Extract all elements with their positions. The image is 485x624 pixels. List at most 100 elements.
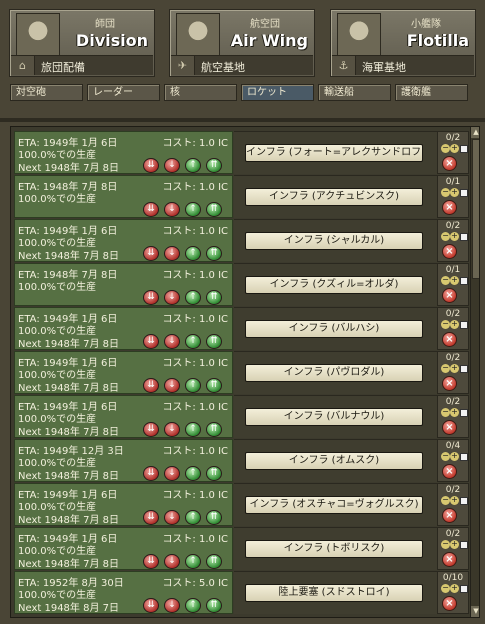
select-checkbox[interactable] xyxy=(460,365,468,373)
project-name[interactable]: インフラ (オスチャコ=ヴォグルスク) xyxy=(245,496,423,514)
project-name[interactable]: インフラ (クズィル=オルダ) xyxy=(245,276,423,294)
move-top-icon[interactable]: ⇈ xyxy=(206,378,222,393)
move-up-icon[interactable]: ↑ xyxy=(185,466,201,481)
move-top-icon[interactable]: ⇈ xyxy=(206,290,222,305)
select-checkbox[interactable] xyxy=(460,409,468,417)
move-bottom-icon[interactable]: ⇊ xyxy=(143,290,159,305)
increase-icon[interactable]: + xyxy=(450,452,459,461)
decrease-icon[interactable]: − xyxy=(441,144,450,153)
move-down-icon[interactable]: ↓ xyxy=(164,202,180,217)
move-down-icon[interactable]: ↓ xyxy=(164,334,180,349)
move-bottom-icon[interactable]: ⇊ xyxy=(143,246,159,261)
delete-icon[interactable]: × xyxy=(442,596,457,611)
move-up-icon[interactable]: ↑ xyxy=(185,422,201,437)
tab-anti-air[interactable]: 対空砲 xyxy=(10,84,83,101)
move-up-icon[interactable]: ↑ xyxy=(185,334,201,349)
decrease-icon[interactable]: − xyxy=(441,452,450,461)
select-checkbox[interactable] xyxy=(460,541,468,549)
decrease-icon[interactable]: − xyxy=(441,584,450,593)
project-name[interactable]: 陸上要塞 (スドストロイ) xyxy=(245,584,423,602)
increase-icon[interactable]: + xyxy=(450,320,459,329)
move-up-icon[interactable]: ↑ xyxy=(185,158,201,173)
tile-air-wing-footer[interactable]: ✈ 航空基地 xyxy=(171,55,313,75)
delete-icon[interactable]: × xyxy=(442,332,457,347)
project-name[interactable]: インフラ (オムスク) xyxy=(245,452,423,470)
select-checkbox[interactable] xyxy=(460,277,468,285)
move-down-icon[interactable]: ↓ xyxy=(164,554,180,569)
select-checkbox[interactable] xyxy=(460,321,468,329)
decrease-icon[interactable]: − xyxy=(441,540,450,549)
move-down-icon[interactable]: ↓ xyxy=(164,598,180,613)
move-bottom-icon[interactable]: ⇊ xyxy=(143,466,159,481)
delete-icon[interactable]: × xyxy=(442,420,457,435)
delete-icon[interactable]: × xyxy=(442,156,457,171)
tile-flotilla-footer[interactable]: ⚓ 海軍基地 xyxy=(332,55,474,75)
scrollbar[interactable]: ▲ ▼ xyxy=(470,127,479,617)
project-name[interactable]: インフラ (シャルカル) xyxy=(245,232,423,250)
increase-icon[interactable]: + xyxy=(450,144,459,153)
tab-nuclear[interactable]: 核 xyxy=(164,84,237,101)
move-bottom-icon[interactable]: ⇊ xyxy=(143,554,159,569)
move-up-icon[interactable]: ↑ xyxy=(185,510,201,525)
increase-icon[interactable]: + xyxy=(450,364,459,373)
move-down-icon[interactable]: ↓ xyxy=(164,510,180,525)
decrease-icon[interactable]: − xyxy=(441,364,450,373)
tab-escort[interactable]: 護衛艦 xyxy=(395,84,468,101)
delete-icon[interactable]: × xyxy=(442,552,457,567)
move-top-icon[interactable]: ⇈ xyxy=(206,246,222,261)
move-down-icon[interactable]: ↓ xyxy=(164,158,180,173)
project-name[interactable]: インフラ (アクチュビンスク) xyxy=(245,188,423,206)
delete-icon[interactable]: × xyxy=(442,508,457,523)
increase-icon[interactable]: + xyxy=(450,232,459,241)
select-checkbox[interactable] xyxy=(460,453,468,461)
move-top-icon[interactable]: ⇈ xyxy=(206,334,222,349)
move-bottom-icon[interactable]: ⇊ xyxy=(143,202,159,217)
decrease-icon[interactable]: − xyxy=(441,496,450,505)
move-top-icon[interactable]: ⇈ xyxy=(206,554,222,569)
select-checkbox[interactable] xyxy=(460,497,468,505)
move-up-icon[interactable]: ↑ xyxy=(185,554,201,569)
increase-icon[interactable]: + xyxy=(450,584,459,593)
move-up-icon[interactable]: ↑ xyxy=(185,246,201,261)
move-bottom-icon[interactable]: ⇊ xyxy=(143,510,159,525)
increase-icon[interactable]: + xyxy=(450,188,459,197)
decrease-icon[interactable]: − xyxy=(441,320,450,329)
tab-transport[interactable]: 輸送船 xyxy=(318,84,391,101)
delete-icon[interactable]: × xyxy=(442,376,457,391)
move-down-icon[interactable]: ↓ xyxy=(164,246,180,261)
project-name[interactable]: インフラ (トボリスク) xyxy=(245,540,423,558)
increase-icon[interactable]: + xyxy=(450,540,459,549)
project-name[interactable]: インフラ (バルハシ) xyxy=(245,320,423,338)
tile-division[interactable]: 師団 Division ⌂ 旅団配備 xyxy=(9,9,155,77)
move-up-icon[interactable]: ↑ xyxy=(185,290,201,305)
delete-icon[interactable]: × xyxy=(442,464,457,479)
tile-division-footer[interactable]: ⌂ 旅団配備 xyxy=(11,55,153,75)
move-bottom-icon[interactable]: ⇊ xyxy=(143,334,159,349)
move-top-icon[interactable]: ⇈ xyxy=(206,598,222,613)
move-bottom-icon[interactable]: ⇊ xyxy=(143,422,159,437)
select-checkbox[interactable] xyxy=(460,189,468,197)
tab-radar[interactable]: レーダー xyxy=(87,84,160,101)
move-bottom-icon[interactable]: ⇊ xyxy=(143,158,159,173)
move-top-icon[interactable]: ⇈ xyxy=(206,422,222,437)
increase-icon[interactable]: + xyxy=(450,496,459,505)
scroll-up-icon[interactable]: ▲ xyxy=(471,127,479,138)
decrease-icon[interactable]: − xyxy=(441,276,450,285)
decrease-icon[interactable]: − xyxy=(441,188,450,197)
select-checkbox[interactable] xyxy=(460,145,468,153)
move-up-icon[interactable]: ↑ xyxy=(185,378,201,393)
move-down-icon[interactable]: ↓ xyxy=(164,422,180,437)
select-checkbox[interactable] xyxy=(460,233,468,241)
select-checkbox[interactable] xyxy=(460,585,468,593)
move-up-icon[interactable]: ↑ xyxy=(185,598,201,613)
delete-icon[interactable]: × xyxy=(442,288,457,303)
tab-rocket[interactable]: ロケット xyxy=(241,84,314,101)
move-bottom-icon[interactable]: ⇊ xyxy=(143,378,159,393)
project-name[interactable]: インフラ (フォート=アレクサンドロフスキー) xyxy=(245,144,423,162)
increase-icon[interactable]: + xyxy=(450,276,459,285)
project-name[interactable]: インフラ (パヴロダル) xyxy=(245,364,423,382)
delete-icon[interactable]: × xyxy=(442,244,457,259)
delete-icon[interactable]: × xyxy=(442,200,457,215)
move-bottom-icon[interactable]: ⇊ xyxy=(143,598,159,613)
tile-air-wing[interactable]: 航空団 Air Wing ✈ 航空基地 xyxy=(169,9,315,77)
